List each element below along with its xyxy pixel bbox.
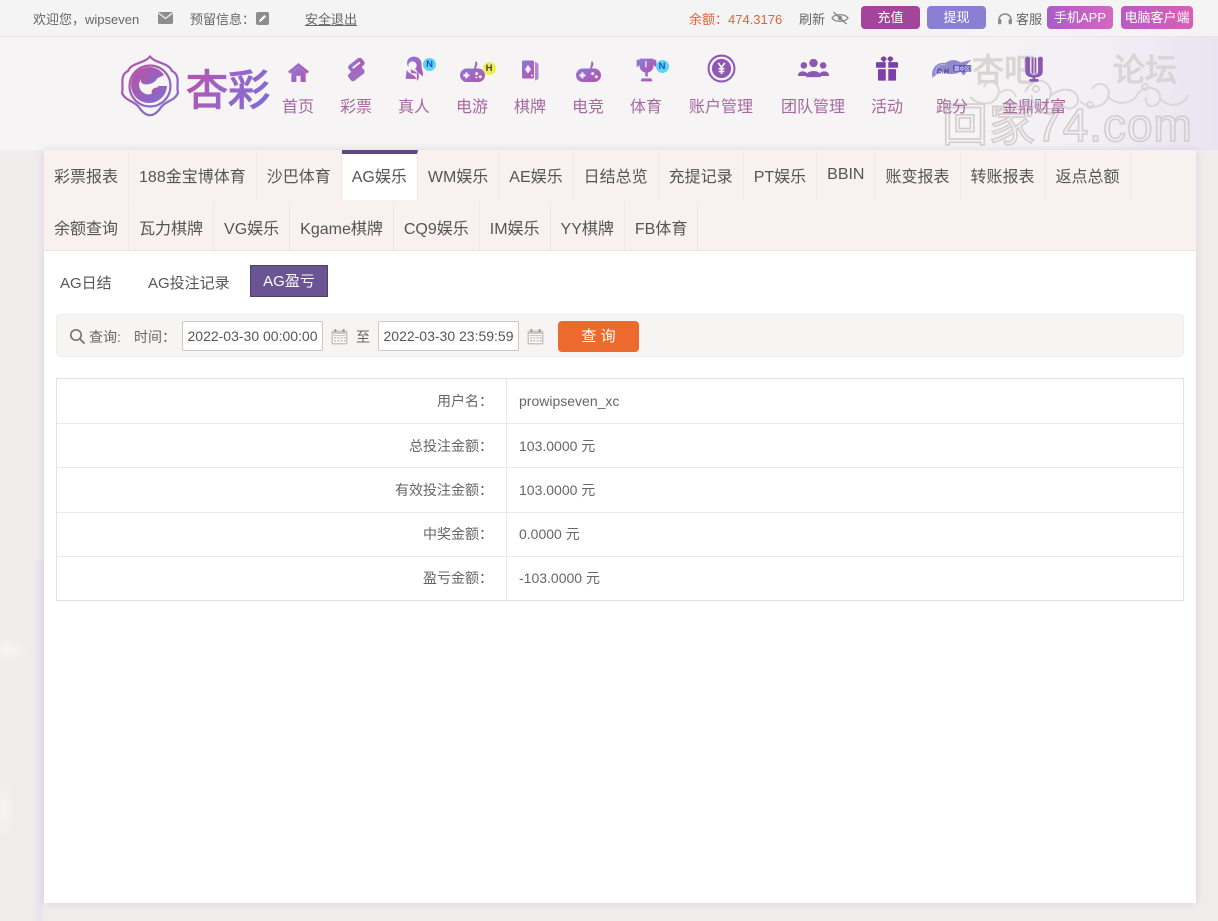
svg-text:趣中区块链: 趣中区块链 — [954, 64, 975, 72]
svg-text:D.H: D.H — [937, 68, 950, 75]
